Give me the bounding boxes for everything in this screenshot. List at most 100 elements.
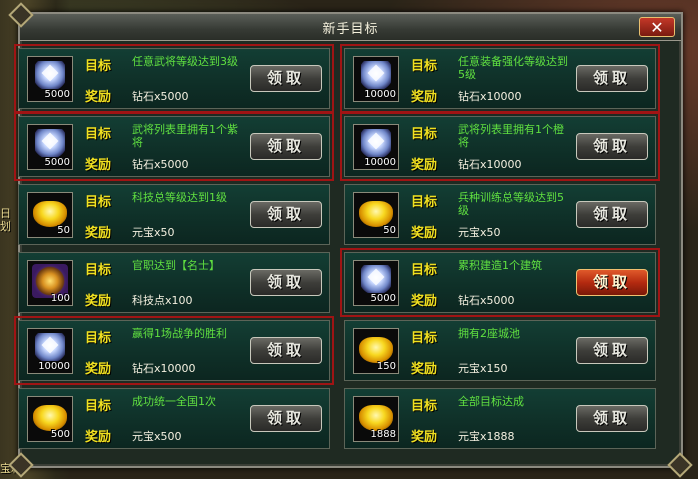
reward-quantity: 1888 bbox=[370, 429, 396, 440]
reward-text: 元宝x500 bbox=[132, 430, 182, 443]
goal-label: 目标 bbox=[85, 195, 112, 210]
reward-label: 奖励 bbox=[85, 294, 112, 309]
claim-button[interactable]: 领取 bbox=[250, 65, 322, 92]
reward-item-slot[interactable]: 1888 bbox=[353, 396, 399, 442]
reward-item-slot[interactable]: 100 bbox=[27, 260, 73, 306]
reward-quantity: 50 bbox=[57, 225, 70, 236]
goal-label: 目标 bbox=[411, 127, 438, 142]
reward-item-slot[interactable]: 10000 bbox=[353, 124, 399, 170]
claim-button[interactable]: 领取 bbox=[576, 269, 648, 296]
goal-text: 兵种训练总等级达到5级 bbox=[458, 191, 564, 217]
claim-button[interactable]: 领取 bbox=[576, 337, 648, 364]
diamond-icon bbox=[35, 61, 65, 89]
gold-ingot-icon bbox=[33, 201, 67, 227]
claim-button[interactable]: 领取 bbox=[250, 201, 322, 228]
reward-quantity: 150 bbox=[376, 361, 396, 372]
close-icon: ✕ bbox=[650, 18, 664, 37]
goal-text: 赢得1场战争的胜利 bbox=[132, 327, 227, 340]
reward-label: 奖励 bbox=[411, 158, 438, 173]
claim-button[interactable]: 领取 bbox=[250, 337, 322, 364]
background-label: 划 bbox=[0, 220, 11, 233]
reward-item-slot[interactable]: 50 bbox=[27, 192, 73, 238]
goal-label: 目标 bbox=[85, 127, 112, 142]
reward-label: 奖励 bbox=[411, 226, 438, 241]
claim-button[interactable]: 领取 bbox=[250, 269, 322, 296]
reward-item-slot[interactable]: 50 bbox=[353, 192, 399, 238]
reward-item-slot[interactable]: 500 bbox=[27, 396, 73, 442]
goal-text: 任意武将等级达到3级 bbox=[132, 55, 238, 68]
goal-text: 科技总等级达到1级 bbox=[132, 191, 227, 204]
close-button[interactable]: ✕ bbox=[639, 17, 675, 37]
claim-button[interactable]: 领取 bbox=[576, 405, 648, 432]
reward-text: 元宝x150 bbox=[458, 362, 508, 375]
reward-item-slot[interactable]: 10000 bbox=[353, 56, 399, 102]
reward-label: 奖励 bbox=[85, 362, 112, 377]
reward-item-slot[interactable]: 5000 bbox=[27, 124, 73, 170]
goal-label: 目标 bbox=[411, 59, 438, 74]
reward-quantity: 10000 bbox=[38, 361, 70, 372]
goal-label: 目标 bbox=[85, 59, 112, 74]
reward-label: 奖励 bbox=[85, 90, 112, 105]
goal-label: 目标 bbox=[411, 263, 438, 278]
task-card: 1888 目标 全部目标达成 奖励 元宝x1888 领取 bbox=[344, 388, 656, 449]
reward-quantity: 100 bbox=[50, 293, 70, 304]
goal-text: 武将列表里拥有1个橙将 bbox=[458, 123, 564, 149]
reward-text: 元宝x50 bbox=[458, 226, 501, 239]
reward-text: 钻石x10000 bbox=[458, 90, 522, 103]
reward-item-slot[interactable]: 10000 bbox=[27, 328, 73, 374]
reward-text: 元宝x50 bbox=[132, 226, 175, 239]
goal-label: 目标 bbox=[411, 195, 438, 210]
reward-quantity: 10000 bbox=[364, 89, 396, 100]
claim-button[interactable]: 领取 bbox=[250, 133, 322, 160]
diamond-icon bbox=[35, 129, 65, 157]
task-card: 5000 目标 武将列表里拥有1个紫将 奖励 钻石x5000 领取 bbox=[14, 112, 334, 181]
reward-label: 奖励 bbox=[85, 158, 112, 173]
reward-quantity: 10000 bbox=[364, 157, 396, 168]
reward-text: 钻石x5000 bbox=[132, 90, 189, 103]
reward-text: 元宝x1888 bbox=[458, 430, 515, 443]
dialog-titlebar: 新手目标 ✕ bbox=[20, 14, 681, 41]
claim-button[interactable]: 领取 bbox=[576, 201, 648, 228]
goal-text: 全部目标达成 bbox=[458, 395, 524, 408]
goal-text: 累积建造1个建筑 bbox=[458, 259, 542, 272]
reward-item-slot[interactable]: 5000 bbox=[353, 260, 399, 306]
task-card: 10000 目标 赢得1场战争的胜利 奖励 钻石x10000 领取 bbox=[14, 316, 334, 385]
reward-quantity: 500 bbox=[50, 429, 70, 440]
claim-button[interactable]: 领取 bbox=[576, 65, 648, 92]
goal-text: 成功统一全国1次 bbox=[132, 395, 216, 408]
claim-button[interactable]: 领取 bbox=[576, 133, 648, 160]
task-card: 5000 目标 任意武将等级达到3级奖励 钻石x5000 领取 bbox=[14, 44, 334, 113]
diamond-icon bbox=[361, 129, 391, 157]
task-card: 500 目标 成功统一全国1次奖励 元宝x500 领取 bbox=[18, 388, 330, 449]
reward-label: 奖励 bbox=[411, 362, 438, 377]
reward-label: 奖励 bbox=[85, 430, 112, 445]
reward-quantity: 5000 bbox=[370, 293, 396, 304]
dialog-title: 新手目标 bbox=[322, 22, 379, 37]
reward-item-slot[interactable]: 5000 bbox=[27, 56, 73, 102]
reward-label: 奖励 bbox=[411, 430, 438, 445]
goal-text: 拥有2座城池 bbox=[458, 327, 520, 340]
task-card: 150 目标 拥有2座城池奖励 元宝x150 领取 bbox=[344, 320, 656, 381]
diamond-icon bbox=[35, 333, 65, 361]
goal-text: 任意装备强化等级达到5级 bbox=[458, 55, 568, 81]
goal-label: 目标 bbox=[85, 263, 112, 278]
goal-label: 目标 bbox=[85, 399, 112, 414]
reward-quantity: 5000 bbox=[44, 157, 70, 168]
reward-text: 钻石x10000 bbox=[458, 158, 522, 171]
reward-label: 奖励 bbox=[411, 90, 438, 105]
claim-button[interactable]: 领取 bbox=[250, 405, 322, 432]
gold-ingot-icon bbox=[33, 405, 67, 431]
goal-label: 目标 bbox=[411, 331, 438, 346]
reward-text: 科技点x100 bbox=[132, 294, 193, 307]
task-card: 100 目标 官职达到【名士】 奖励 科技点x100 领取 bbox=[18, 252, 330, 313]
reward-text: 钻石x5000 bbox=[458, 294, 515, 307]
reward-text: 钻石x10000 bbox=[132, 362, 196, 375]
reward-quantity: 50 bbox=[383, 225, 396, 236]
reward-item-slot[interactable]: 150 bbox=[353, 328, 399, 374]
gold-ingot-icon bbox=[359, 201, 393, 227]
gold-ingot-icon bbox=[359, 405, 393, 431]
novice-goals-dialog: 新手目标 ✕ 5000 目标 任意武将等级达到3级 奖励 钻石x5000 领取 10000 目… bbox=[8, 2, 693, 478]
diamond-icon bbox=[361, 61, 391, 89]
goal-text: 武将列表里拥有1个紫将 bbox=[132, 123, 238, 149]
reward-label: 奖励 bbox=[85, 226, 112, 241]
